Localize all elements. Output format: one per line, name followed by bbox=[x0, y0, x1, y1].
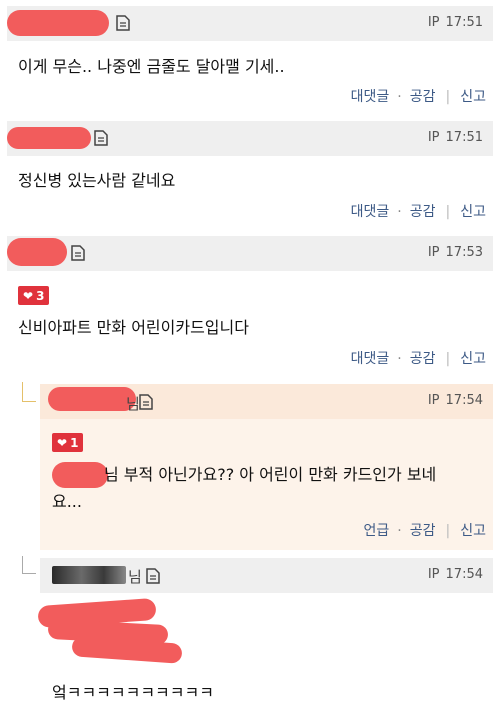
reply-header: 님 IP 17:54 bbox=[40, 384, 493, 419]
heart-icon: ❤ bbox=[57, 435, 68, 450]
reply-text-line1: 님 부적 아닌가요?? 아 어린이 만화 카드인가 보네 bbox=[104, 465, 437, 484]
redacted-mention bbox=[52, 462, 108, 488]
reply-connector bbox=[22, 556, 36, 574]
report-button[interactable]: 신고 bbox=[460, 89, 486, 105]
comment-time: 17:51 bbox=[445, 130, 483, 145]
comment-text: 정신병 있는사람 같네요 bbox=[18, 171, 176, 190]
ip-label: IP bbox=[427, 245, 440, 260]
redacted-nickname bbox=[7, 127, 91, 149]
ip-time: IP 17:54 bbox=[422, 567, 483, 582]
reply-button[interactable]: 대댓글 bbox=[351, 204, 390, 220]
report-button[interactable]: 신고 bbox=[460, 351, 486, 367]
reply-connector bbox=[22, 382, 36, 402]
nickname-suffix: 님 bbox=[126, 395, 140, 413]
comment-actions: 대댓글 · 공감 | 신고 bbox=[350, 351, 486, 367]
reply-text: 엌ㅋㅋㅋㅋㅋㅋㅋㅋㅋㅋ bbox=[52, 683, 214, 702]
ip-time: IP 17:54 bbox=[422, 393, 483, 408]
like-button[interactable]: 공감 bbox=[410, 523, 436, 539]
mention-button[interactable]: 언급 bbox=[364, 523, 390, 539]
comment-time: 17:51 bbox=[445, 15, 483, 30]
ip-label: IP bbox=[427, 567, 440, 582]
like-button[interactable]: 공감 bbox=[410, 204, 436, 220]
ip-time: IP 17:51 bbox=[422, 130, 483, 145]
like-count: 1 bbox=[70, 435, 79, 450]
like-button[interactable]: 공감 bbox=[410, 351, 436, 367]
comment-text: 이게 무슨.. 나중엔 금줄도 달아맬 기세.. bbox=[18, 57, 285, 76]
comment-header: IP 17:51 bbox=[7, 121, 493, 156]
ip-label: IP bbox=[427, 130, 440, 145]
report-button[interactable]: 신고 bbox=[460, 204, 486, 220]
document-icon[interactable] bbox=[116, 15, 130, 31]
document-icon[interactable] bbox=[146, 568, 160, 584]
heart-icon: ❤ bbox=[23, 288, 34, 303]
reply-actions: 언급 · 공감 | 신고 bbox=[363, 523, 486, 539]
like-button[interactable]: 공감 bbox=[410, 89, 436, 105]
like-count-badge: ❤ 3 bbox=[18, 286, 50, 305]
document-icon[interactable] bbox=[139, 394, 153, 410]
like-count-badge: ❤ 1 bbox=[52, 433, 84, 452]
reply-text-line2: 요... bbox=[52, 492, 82, 511]
comment-actions: 대댓글 · 공감 | 신고 bbox=[350, 89, 486, 105]
ip-label: IP bbox=[427, 15, 440, 30]
reply-header: 님 IP 17:54 bbox=[40, 558, 493, 593]
nickname-suffix: 님 bbox=[128, 568, 142, 586]
ip-time: IP 17:53 bbox=[422, 245, 483, 260]
comment-time: 17:53 bbox=[445, 245, 483, 260]
report-button[interactable]: 신고 bbox=[460, 523, 486, 539]
reply-button[interactable]: 대댓글 bbox=[351, 351, 390, 367]
redacted-nickname bbox=[48, 387, 136, 411]
redacted-nickname bbox=[7, 10, 109, 36]
comment-actions: 대댓글 · 공감 | 신고 bbox=[350, 204, 486, 220]
comment-text: 신비아파트 만화 어린이카드입니다 bbox=[18, 318, 249, 337]
reply-time: 17:54 bbox=[445, 393, 483, 408]
reply-button[interactable]: 대댓글 bbox=[351, 89, 390, 105]
comment-header: IP 17:51 bbox=[7, 6, 493, 41]
like-count: 3 bbox=[36, 288, 45, 303]
ip-time: IP 17:51 bbox=[422, 15, 483, 30]
document-icon[interactable] bbox=[71, 245, 85, 261]
redacted-nickname bbox=[7, 238, 67, 266]
blurred-nickname-image bbox=[52, 566, 126, 584]
reply-time: 17:54 bbox=[445, 567, 483, 582]
comment-header: IP 17:53 bbox=[7, 236, 493, 271]
ip-label: IP bbox=[427, 393, 440, 408]
document-icon[interactable] bbox=[94, 130, 108, 146]
